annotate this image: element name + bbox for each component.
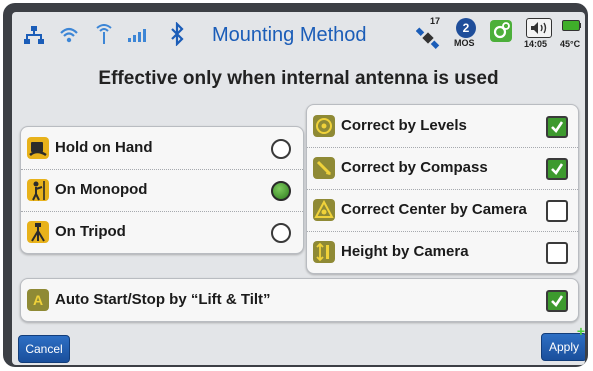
correction-label: Correct by Levels bbox=[341, 117, 467, 134]
auto-start-checkbox[interactable] bbox=[546, 290, 568, 312]
mos-icon: 2 bbox=[456, 18, 476, 38]
tripod-icon bbox=[27, 221, 49, 243]
correction-levels[interactable]: Correct by Levels bbox=[307, 105, 578, 148]
device-bezel: Mounting Method 17 2 MOS 14:05 45°C Effe… bbox=[3, 3, 588, 367]
auto-start-icon: A bbox=[27, 289, 49, 311]
mounting-option-hand[interactable]: Hold on Hand bbox=[21, 127, 303, 170]
mounting-option-monopod[interactable]: On Monopod bbox=[21, 169, 303, 212]
correction-camera-height[interactable]: Height by Camera bbox=[307, 231, 578, 273]
wifi-icon bbox=[60, 27, 78, 43]
page-title: Mounting Method bbox=[212, 24, 367, 46]
apply-button[interactable]: Apply + bbox=[541, 324, 585, 361]
battery-temp: 45°C bbox=[560, 20, 585, 50]
mounting-option-label: On Tripod bbox=[55, 223, 126, 240]
cancel-button[interactable]: Cancel bbox=[18, 335, 70, 363]
camera-height-icon bbox=[313, 241, 335, 263]
battery-icon bbox=[562, 20, 580, 31]
section-heading: Effective only when internal antenna is … bbox=[98, 68, 499, 89]
correction-label: Height by Camera bbox=[341, 243, 469, 260]
correction-label: Correct by Compass bbox=[341, 159, 488, 176]
bluetooth-icon bbox=[171, 22, 184, 46]
monopod-radio[interactable] bbox=[271, 181, 291, 201]
correction-label: Correct Center by Camera bbox=[341, 201, 527, 218]
clock-time: 14:05 bbox=[524, 39, 548, 49]
volume-clock: 14:05 bbox=[524, 18, 554, 50]
camera-center-checkbox[interactable] bbox=[546, 200, 568, 222]
status-bar: Mounting Method 17 2 MOS 14:05 45°C bbox=[12, 12, 585, 52]
mos-status: 2 MOS bbox=[453, 18, 479, 50]
satellite-icon bbox=[416, 27, 440, 49]
signal-bars-icon bbox=[128, 29, 146, 42]
satellite-status: 17 bbox=[416, 16, 442, 50]
mounting-options-panel: Hold on Hand On Monopod On Tripod bbox=[20, 126, 304, 254]
speaker-icon[interactable] bbox=[526, 18, 552, 38]
auto-start-label: Auto Start/Stop by “Lift & Tilt” bbox=[55, 291, 271, 308]
mos-label: MOS bbox=[454, 38, 475, 48]
gear-icon[interactable] bbox=[490, 20, 512, 42]
levels-checkbox[interactable] bbox=[546, 116, 568, 138]
mos-number: 2 bbox=[462, 21, 470, 35]
auto-start-letter: A bbox=[32, 292, 44, 308]
camera-center-icon bbox=[313, 199, 335, 221]
mounting-option-label: On Monopod bbox=[55, 181, 148, 198]
hand-hold-icon bbox=[27, 137, 49, 159]
screen: Mounting Method 17 2 MOS 14:05 45°C Effe… bbox=[12, 12, 585, 365]
mounting-option-tripod[interactable]: On Tripod bbox=[21, 211, 303, 253]
monopod-icon bbox=[27, 179, 49, 201]
network-icon bbox=[24, 26, 44, 44]
temperature: 45°C bbox=[560, 39, 581, 49]
camera-height-checkbox[interactable] bbox=[546, 242, 568, 264]
tripod-radio[interactable] bbox=[271, 223, 291, 243]
compass-checkbox[interactable] bbox=[546, 158, 568, 180]
plus-icon: + bbox=[576, 323, 585, 339]
level-icon bbox=[313, 115, 335, 137]
mounting-option-label: Hold on Hand bbox=[55, 139, 153, 156]
satellite-count: 17 bbox=[430, 16, 441, 26]
correction-camera-center[interactable]: Correct Center by Camera bbox=[307, 189, 578, 232]
hand-radio[interactable] bbox=[271, 139, 291, 159]
apply-button-label: Apply bbox=[548, 340, 580, 354]
correction-compass[interactable]: Correct by Compass bbox=[307, 147, 578, 190]
antenna-icon bbox=[96, 24, 112, 44]
corrections-panel: Correct by Levels Correct by Compass Cor… bbox=[306, 104, 579, 274]
compass-icon bbox=[313, 157, 335, 179]
cancel-button-label: Cancel bbox=[25, 342, 63, 356]
auto-start-panel[interactable]: A Auto Start/Stop by “Lift & Tilt” bbox=[20, 278, 579, 322]
